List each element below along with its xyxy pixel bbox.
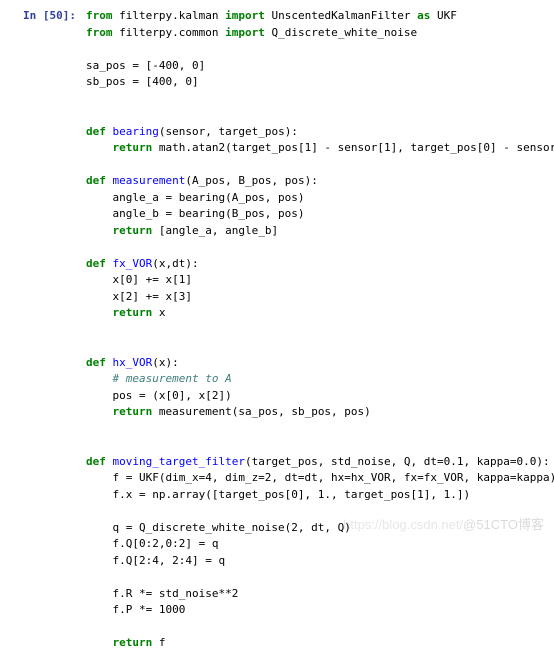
def-fx-vor: fx_VOR bbox=[113, 257, 153, 270]
comment: # measurement to A bbox=[113, 372, 232, 385]
input-prompt: In [50]: bbox=[12, 8, 86, 25]
def-measurement: measurement bbox=[113, 174, 186, 187]
assign-sb-pos: sb_pos = [400, 0] bbox=[86, 75, 199, 88]
kw-from: from bbox=[86, 9, 113, 22]
def-bearing: bearing bbox=[113, 125, 159, 138]
assign-sa-pos: sa_pos = [-400, 0] bbox=[86, 59, 205, 72]
def-moving-target-filter: moving_target_filter bbox=[113, 455, 245, 468]
def-hx-vor: hx_VOR bbox=[113, 356, 153, 369]
kw-as: as bbox=[417, 9, 430, 22]
code-cell: In [50]: from filterpy.kalman import Uns… bbox=[12, 8, 542, 652]
code-body[interactable]: from filterpy.kalman import UnscentedKal… bbox=[86, 8, 554, 652]
kw-import: import bbox=[225, 9, 265, 22]
